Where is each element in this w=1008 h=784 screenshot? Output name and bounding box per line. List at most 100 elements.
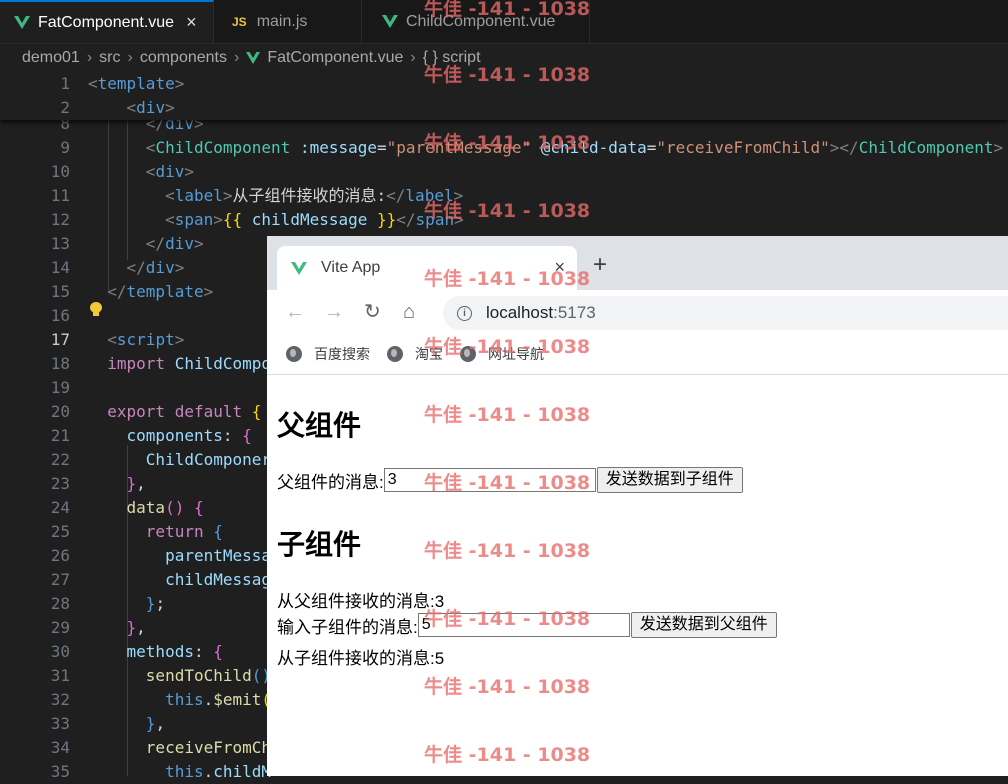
line-number: 20 (50, 402, 70, 421)
line-number: 9 (60, 138, 70, 157)
code-line: ChildComponer (145, 450, 272, 469)
line-number: 30 (50, 642, 70, 661)
code-line: </div> (145, 234, 204, 253)
new-tab-icon[interactable]: + (593, 253, 607, 277)
forward-arrow-icon[interactable]: → (324, 300, 344, 324)
watermark: 牛佳 -141 - 1038 (424, 676, 591, 698)
line-number: 25 (50, 522, 70, 541)
globe-icon (286, 346, 302, 362)
code-line: return { (145, 522, 223, 541)
child-heading: 子组件 (277, 529, 362, 560)
line-number: 2 (60, 98, 70, 117)
code-line: data() { (126, 498, 204, 517)
code-line: }, (126, 618, 146, 637)
back-arrow-icon[interactable]: ← (285, 300, 305, 324)
watermark: 牛佳 -141 - 1038 (424, 0, 591, 20)
reload-icon[interactable]: ↻ (364, 300, 381, 324)
line-number: 31 (50, 666, 70, 685)
browser-tab-strip: Vite App × + (267, 236, 1008, 290)
chevron-right-icon: › (410, 49, 416, 66)
url-input[interactable]: i localhost:5173 (443, 296, 1008, 330)
breadcrumb-item[interactable]: components (140, 49, 227, 67)
line-number: 34 (50, 738, 70, 757)
line-number: 17 (50, 330, 70, 349)
browser-tab-title: Vite App (321, 259, 381, 276)
chevron-right-icon: › (233, 49, 240, 66)
browser-window: Vite App × + ← → ↻ ⌂ i localhost:5173 百度… (267, 236, 1008, 776)
bookmark-label: 百度搜索 (314, 346, 370, 362)
code-line: <div> (126, 98, 175, 117)
code-line: methods: { (126, 642, 223, 661)
bookmarks-bar: 百度搜索 淘宝 网址导航 (267, 334, 1008, 375)
line-number: 22 (50, 450, 70, 469)
watermark: 牛佳 -141 - 1038 (424, 132, 591, 154)
globe-icon (387, 346, 403, 362)
code-line: sendToChild() (145, 666, 272, 685)
watermark: 牛佳 -141 - 1038 (424, 64, 591, 86)
line-number: 15 (50, 282, 70, 301)
code-line: components: { (126, 426, 252, 445)
send-to-parent-button[interactable]: 发送数据到父组件 (630, 612, 777, 638)
code-line: <div> (145, 162, 194, 181)
send-to-child-button[interactable]: 发送数据到子组件 (596, 467, 743, 493)
vue-icon (14, 16, 30, 29)
line-number: 18 (50, 354, 70, 373)
tab-label: main.js (256, 12, 308, 30)
code-line: }, (145, 714, 166, 733)
line-number: 21 (50, 426, 70, 445)
tab-label: FatComponent.vue (38, 13, 175, 31)
line-number: 23 (50, 474, 70, 493)
tab-fatcomponent[interactable]: FatComponent.vue × (0, 0, 214, 43)
code-line: <template> (88, 74, 185, 93)
vue-icon (246, 51, 261, 64)
line-number: 35 (50, 762, 70, 781)
line-number: 16 (50, 306, 70, 325)
code-line: childMessag (165, 570, 272, 589)
watermark: 牛佳 -141 - 1038 (424, 200, 591, 222)
line-number: 1 (60, 74, 70, 93)
child-message-label: 输入子组件的消息: (277, 617, 418, 637)
watermark: 牛佳 -141 - 1038 (424, 268, 591, 290)
code-line: export default { (107, 402, 262, 421)
code-line: receiveFromCh (145, 738, 272, 757)
line-number: 14 (50, 258, 70, 277)
info-icon[interactable]: i (457, 305, 472, 321)
js-file-icon: JS (232, 14, 247, 29)
breadcrumb-item[interactable]: FatComponent.vue (267, 49, 403, 67)
vue-icon (382, 15, 398, 28)
watermark: 牛佳 -141 - 1038 (424, 540, 591, 562)
line-number: 12 (50, 210, 70, 229)
code-line: this.$emit( (165, 690, 271, 709)
line-number: 13 (50, 234, 70, 253)
code-line: <script> (107, 330, 185, 349)
parent-heading: 父组件 (277, 410, 362, 441)
lightbulb-icon[interactable] (89, 302, 103, 318)
code-line: parentMessa (165, 546, 272, 565)
home-icon[interactable]: ⌂ (403, 300, 415, 324)
child-received-text: 从父组件接收的消息:3 (277, 592, 445, 611)
code-line: </template> (107, 282, 214, 301)
tab-main-js[interactable]: JS main.js (214, 0, 362, 43)
breadcrumb-item[interactable]: demo01 (22, 49, 80, 67)
chevron-right-icon: › (127, 49, 133, 66)
close-icon[interactable]: × (186, 12, 197, 33)
breadcrumb-item[interactable]: src (99, 49, 120, 67)
code-line: }, (126, 474, 146, 493)
watermark: 牛佳 -141 - 1038 (424, 608, 591, 630)
parent-message-label: 父组件的消息: (277, 472, 384, 492)
code-line: </div> (126, 258, 185, 277)
line-number: 24 (50, 498, 70, 517)
url-port: :5173 (553, 303, 596, 322)
watermark: 牛佳 -141 - 1038 (424, 744, 591, 766)
watermark: 牛佳 -141 - 1038 (424, 472, 591, 494)
watermark: 牛佳 -141 - 1038 (424, 404, 591, 426)
code-line: }; (145, 594, 166, 613)
line-number: 27 (50, 570, 70, 589)
parent-received-text: 从子组件接收的消息:5 (277, 649, 445, 668)
bookmark-item[interactable]: 百度搜索 (286, 344, 370, 364)
address-bar-row: ← → ↻ ⌂ i localhost:5173 (267, 290, 1008, 334)
watermark: 牛佳 -141 - 1038 (424, 336, 591, 358)
line-number: 19 (50, 378, 70, 397)
line-number: 11 (50, 186, 70, 205)
line-number: 28 (50, 594, 70, 613)
